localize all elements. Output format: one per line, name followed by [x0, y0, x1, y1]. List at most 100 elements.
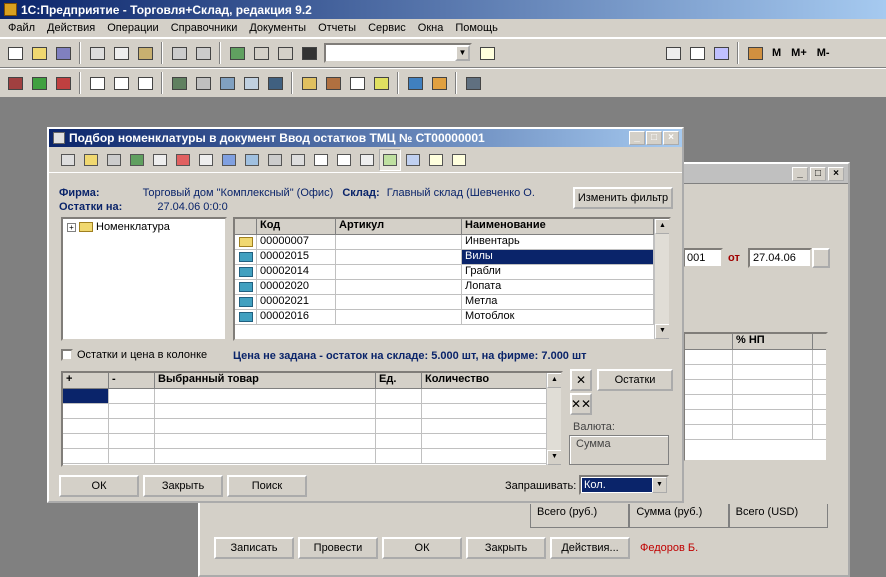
table-row[interactable] [685, 380, 826, 395]
table-row[interactable] [685, 410, 826, 425]
doc-number-field[interactable]: 001 [683, 248, 723, 268]
nomenclature-table[interactable]: Код Артикул Наименование 00000007 Инвент… [233, 217, 671, 341]
table-row[interactable] [63, 404, 561, 419]
tree-view-icon[interactable] [379, 148, 401, 171]
print-preview-icon[interactable] [192, 42, 214, 64]
cash-icon[interactable] [192, 72, 214, 94]
level-icon[interactable] [287, 149, 309, 171]
scroll-up-icon[interactable]: ▲ [655, 219, 669, 234]
move-icon[interactable] [218, 149, 240, 171]
minimize-icon[interactable]: _ [792, 167, 808, 181]
doc-table[interactable]: % НП [683, 332, 828, 462]
menu-operations[interactable]: Операции [101, 22, 164, 34]
invoice-icon[interactable] [86, 72, 108, 94]
undo-icon[interactable] [250, 42, 272, 64]
chart-icon[interactable] [370, 72, 392, 94]
chevron-down-icon[interactable]: ▼ [455, 45, 470, 61]
search-combo[interactable]: ▼ [324, 43, 472, 63]
context-help-icon[interactable] [448, 149, 470, 171]
paste-icon[interactable] [134, 42, 156, 64]
table-row[interactable] [63, 449, 561, 464]
change-filter-button[interactable]: Изменить фильтр [573, 187, 673, 209]
journal-icon[interactable] [4, 72, 26, 94]
close-icon[interactable]: × [828, 167, 844, 181]
table-row[interactable]: 00000007 Инвентарь [235, 235, 669, 250]
table-scrollbar[interactable]: ▲ ▼ [654, 219, 669, 339]
globe-icon[interactable] [404, 72, 426, 94]
pencil-icon[interactable] [298, 72, 320, 94]
save-icon[interactable] [52, 42, 74, 64]
doc-icon[interactable] [216, 72, 238, 94]
list-icon[interactable] [240, 72, 262, 94]
search-icon[interactable] [126, 149, 148, 171]
add-icon[interactable] [149, 149, 171, 171]
copy-icon[interactable] [195, 149, 217, 171]
menu-reports[interactable]: Отчеты [312, 22, 362, 34]
balance-in-column-option[interactable]: Остатки и цена в колонке [61, 349, 207, 361]
table-view-icon[interactable] [402, 149, 424, 171]
report-icon[interactable] [346, 72, 368, 94]
menu-service[interactable]: Сервис [362, 22, 412, 34]
export-icon[interactable] [356, 149, 378, 171]
balance-in-column-checkbox[interactable] [61, 349, 73, 361]
search-button[interactable]: Поиск [227, 475, 307, 497]
exit-icon[interactable] [52, 72, 74, 94]
calendar-30-icon[interactable] [428, 72, 450, 94]
table-row-selected[interactable]: 00002015 Вилы [235, 250, 669, 265]
menu-directories[interactable]: Справочники [165, 22, 244, 34]
doc-list-icon[interactable] [333, 149, 355, 171]
table-row[interactable] [685, 395, 826, 410]
menu-file[interactable]: Файл [2, 22, 41, 34]
scroll-down-icon[interactable]: ▼ [655, 324, 669, 339]
remove-all-icon[interactable]: ✕✕ [570, 393, 592, 415]
window-icon[interactable] [462, 72, 484, 94]
book-icon[interactable] [744, 42, 766, 64]
doc-date-field[interactable]: 27.04.06 [748, 248, 812, 268]
table-row[interactable] [685, 425, 826, 440]
scroll-up-icon[interactable]: ▲ [547, 373, 561, 388]
minimize-icon[interactable]: _ [629, 131, 645, 145]
help-icon[interactable] [425, 149, 447, 171]
scroll-down-icon[interactable]: ▼ [547, 450, 561, 465]
close-button[interactable]: Закрыть [466, 537, 546, 559]
ask-select[interactable]: Кол. ▼ [579, 475, 669, 495]
open-folder-icon[interactable] [28, 42, 50, 64]
new-doc-icon[interactable] [4, 42, 26, 64]
help-icon[interactable] [476, 42, 498, 64]
copy-icon[interactable] [110, 42, 132, 64]
redo-icon[interactable] [274, 42, 296, 64]
table-row[interactable] [685, 365, 826, 380]
expand-icon[interactable]: + [67, 222, 76, 232]
filter-icon[interactable] [241, 149, 263, 171]
page-icon[interactable] [310, 149, 332, 171]
box-icon[interactable] [322, 72, 344, 94]
column-header-name[interactable]: Наименование [462, 219, 654, 234]
nomenclature-tree[interactable]: + Номенклатура [61, 217, 227, 341]
menu-actions[interactable]: Действия [41, 22, 101, 34]
hierarchy-icon[interactable] [103, 149, 125, 171]
cut-icon[interactable] [86, 42, 108, 64]
close-icon[interactable]: × [663, 131, 679, 145]
table-row[interactable]: 00002014 Грабли [235, 265, 669, 280]
table-row[interactable] [63, 419, 561, 434]
calculator-icon[interactable] [662, 42, 684, 64]
people-icon[interactable] [264, 72, 286, 94]
maximize-icon[interactable]: □ [646, 131, 662, 145]
folder-icon[interactable] [80, 149, 102, 171]
table-row[interactable]: 00002020 Лопата [235, 280, 669, 295]
table-row[interactable]: 00002016 Мотоблок [235, 310, 669, 325]
balances-button[interactable]: Остатки [597, 369, 673, 391]
ok-button[interactable]: ОК [59, 475, 139, 497]
post-button[interactable]: Провести [298, 537, 378, 559]
menu-help[interactable]: Помощь [449, 22, 504, 34]
money-bag-icon[interactable] [168, 72, 190, 94]
enter-icon[interactable] [28, 72, 50, 94]
save-button[interactable]: Записать [214, 537, 294, 559]
keyboard-icon[interactable] [57, 149, 79, 171]
memory-m-button[interactable]: M [768, 47, 785, 59]
table-row[interactable] [63, 434, 561, 449]
chevron-down-icon[interactable]: ▼ [652, 477, 667, 493]
menu-documents[interactable]: Документы [243, 22, 312, 34]
table-row[interactable] [63, 389, 561, 404]
table-row[interactable]: 00002021 Метла [235, 295, 669, 310]
